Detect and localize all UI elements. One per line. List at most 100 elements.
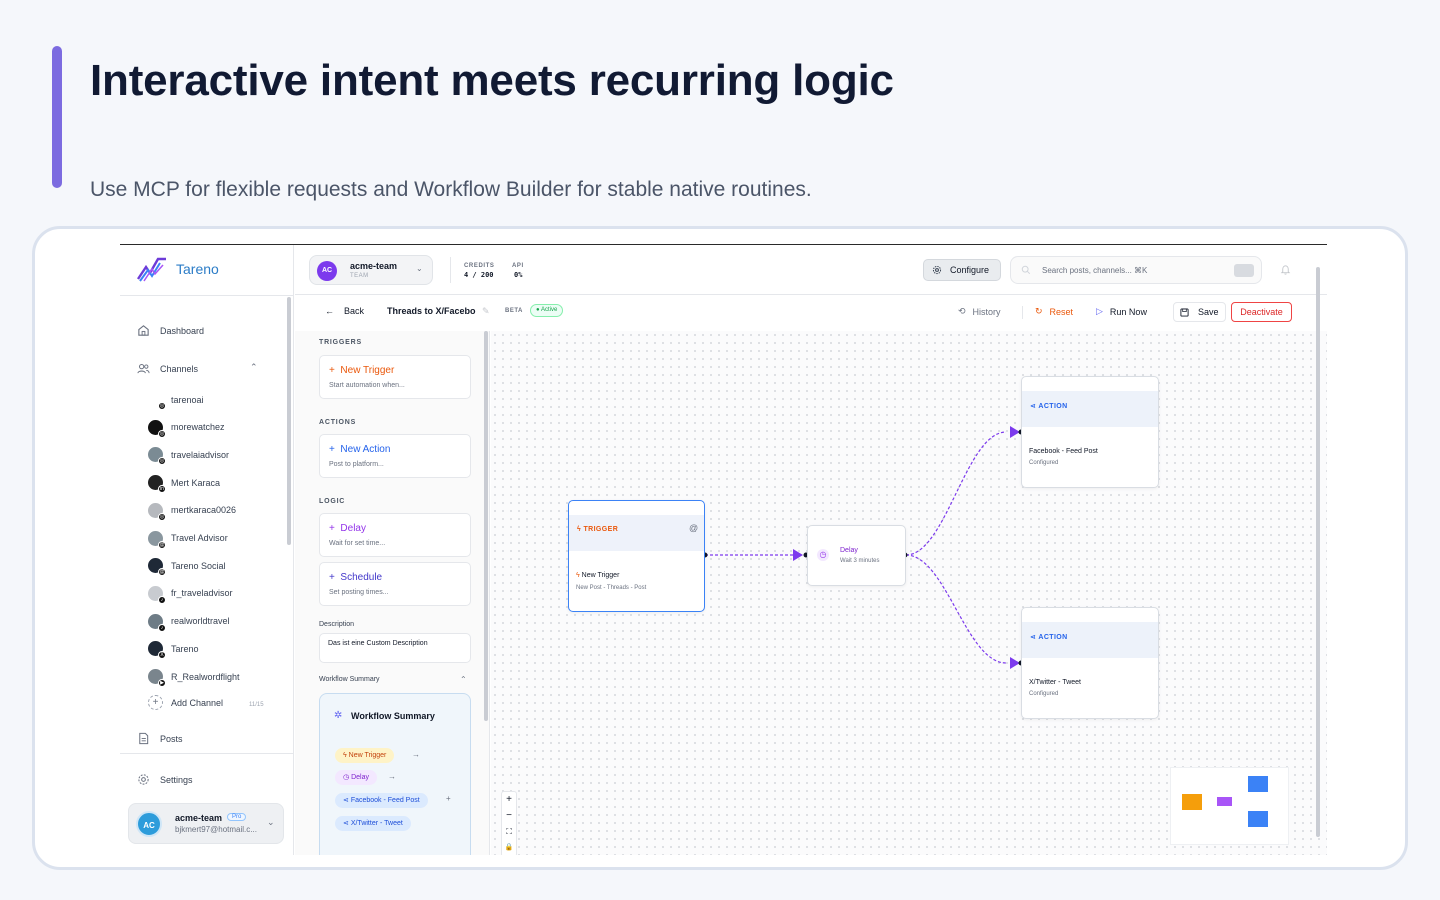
action-node-facebook[interactable]: ⋖ ACTION Facebook - Feed Post Configured [1021, 376, 1159, 488]
back-button[interactable]: ← Back [325, 306, 364, 316]
accent-bar [52, 46, 62, 188]
lock-button[interactable]: 🔒 [502, 840, 516, 855]
schedule-desc: Set posting times... [329, 589, 389, 596]
workflow-title[interactable]: Threads to X/Facebo [387, 306, 476, 316]
avatar: ◎ [148, 419, 166, 438]
reset-label: Reset [1049, 306, 1074, 317]
trigger-node[interactable]: ϟ TRIGGER @ ϟ New Trigger New Post - Thr… [568, 500, 705, 612]
instagram-icon: ◎ [158, 402, 166, 410]
node-palette: TRIGGERS + New Trigger Start automation … [295, 331, 490, 855]
bell-icon[interactable] [1280, 264, 1291, 275]
channel-name: Tareno [171, 643, 199, 654]
account-switcher[interactable]: AC acme-team Pro bjkmert97@hotmail.c... … [128, 803, 284, 844]
app-window: Tareno Dashboard Channels ⌃ ◎ tarenoai ◎ mo… [120, 244, 1327, 855]
avatar: ◎ [148, 447, 166, 466]
account-name: acme-team [175, 813, 223, 823]
zoom-in-button[interactable]: + [502, 792, 516, 808]
zoom-out-button[interactable]: − [502, 808, 516, 824]
summary-chip-twitter: ⋖ X/Twitter - Tweet [335, 816, 411, 831]
avatar: @ [148, 530, 166, 549]
channel-item[interactable]: ◎ travelaiadvisor [148, 447, 229, 466]
workflow-canvas[interactable]: ϟ TRIGGER @ ϟ New Trigger New Post - Thr… [491, 267, 1327, 855]
plan-badge: Pro [227, 813, 247, 821]
channel-count: 11/15 [249, 702, 264, 708]
team-avatar: AC [317, 261, 337, 281]
chevron-up-icon[interactable]: ⌃ [250, 362, 258, 373]
channel-item[interactable]: X Tareno [148, 641, 199, 660]
reset-button[interactable]: ↻ Reset [1035, 306, 1073, 317]
sidebar-scrollbar[interactable] [287, 297, 291, 545]
status-label: Active [540, 307, 558, 313]
channel-item[interactable]: ♪ fr_traveladvisor [148, 585, 233, 604]
page-headline: Interactive intent meets recurring logic [90, 56, 894, 105]
new-action-card[interactable]: + New Action Post to platform... [319, 434, 471, 478]
pencil-icon[interactable]: ✎ [482, 306, 490, 317]
delay-node[interactable]: ◷ Delay Wait 3 minutes [807, 525, 906, 586]
nav-settings[interactable]: Settings [137, 773, 193, 786]
brand-logo[interactable]: Tareno [136, 255, 219, 283]
arrow-right-icon: → [388, 772, 396, 781]
channel-item[interactable]: in Mert Karaca [148, 475, 220, 494]
new-action-desc: Post to platform... [329, 461, 384, 468]
trigger-node-label: ϟ TRIGGER [577, 526, 619, 533]
channel-item[interactable]: @ Tareno Social [148, 558, 226, 577]
avatar: ▶ [148, 669, 166, 687]
page-subheadline: Use MCP for flexible requests and Workfl… [90, 178, 812, 201]
history-button[interactable]: ⟲ History [958, 306, 1001, 317]
action-node-sub: Configured [1029, 460, 1059, 466]
workflow-toolbar: ← Back Threads to X/Facebo ✎ BETA ● Acti… [295, 296, 1327, 330]
new-action-label: New Action [340, 444, 391, 455]
channel-item[interactable]: ♪ realworldtravel [148, 613, 230, 632]
clock-icon: ◷ [817, 549, 829, 561]
logic-heading: LOGIC [319, 498, 346, 505]
minimap-action [1248, 811, 1268, 827]
title-text: New Trigger [581, 572, 620, 579]
new-trigger-card[interactable]: + New Trigger Start automation when... [319, 355, 471, 399]
team-selector[interactable]: AC acme-team TEAM ⌄ [309, 255, 433, 285]
divider [450, 257, 451, 283]
nav-posts[interactable]: Posts [137, 732, 183, 745]
new-trigger-desc: Start automation when... [329, 382, 405, 389]
avatar: ♪ [148, 613, 166, 632]
search-input[interactable]: Search posts, channels... ⌘K [1010, 256, 1262, 284]
delay-card[interactable]: + Delay Wait for set time... [319, 513, 471, 557]
description-label: Description [319, 621, 355, 628]
minimap[interactable] [1170, 767, 1289, 845]
beta-badge: BETA [505, 308, 523, 314]
chevron-down-icon: ⌄ [267, 817, 275, 827]
delay-title: + Delay [329, 523, 366, 534]
description-field[interactable]: Das ist eine Custom Description [319, 633, 471, 663]
channel-item[interactable]: ◎ tarenoai [148, 392, 204, 410]
run-now-button[interactable]: ▷ Run Now [1096, 306, 1147, 317]
search-icon [1021, 265, 1031, 275]
arrow-left-icon: ← [325, 306, 334, 316]
label-text: ACTION [1038, 634, 1068, 641]
schedule-card[interactable]: + Schedule Set posting times... [319, 562, 471, 606]
configure-button[interactable]: Configure [923, 259, 1001, 281]
arrow-right-icon: → [412, 750, 420, 759]
delay-node-title: Delay [840, 547, 858, 554]
team-name: acme-team [350, 261, 398, 271]
play-icon: ▷ [1096, 306, 1103, 316]
topbar: AC acme-team TEAM ⌄ CREDITS 4 / 200 API … [295, 245, 1327, 295]
channel-item[interactable]: @ Travel Advisor [148, 530, 228, 549]
nav-channels[interactable]: Channels [137, 362, 198, 375]
action-node-twitter[interactable]: ⋖ ACTION X/Twitter - Tweet Configured [1021, 607, 1159, 719]
trigger-node-sub: New Post - Threads - Post [576, 585, 647, 591]
avatar: ◎ [148, 502, 166, 521]
channel-item[interactable]: ◎ morewatchez [148, 419, 225, 438]
save-button[interactable]: Save [1173, 302, 1226, 322]
channel-item[interactable]: ◎ mertkaraca0026 [148, 502, 236, 521]
delay-label: Delay [340, 523, 366, 534]
trigger-node-title: ϟ New Trigger [576, 572, 619, 579]
fit-view-button[interactable]: ⛶ [502, 824, 516, 840]
deactivate-button[interactable]: Deactivate [1231, 302, 1292, 322]
palette-scrollbar[interactable] [484, 331, 488, 721]
gear-icon [932, 265, 942, 275]
add-channel-button[interactable]: + Add Channel [148, 695, 223, 710]
minimap-delay [1217, 797, 1232, 806]
channel-item[interactable]: ▶ R_Realwordflight [148, 669, 240, 687]
nav-dashboard[interactable]: Dashboard [137, 324, 204, 337]
credits-label: CREDITS [464, 263, 495, 269]
chevron-up-icon[interactable]: ⌃ [460, 675, 467, 684]
